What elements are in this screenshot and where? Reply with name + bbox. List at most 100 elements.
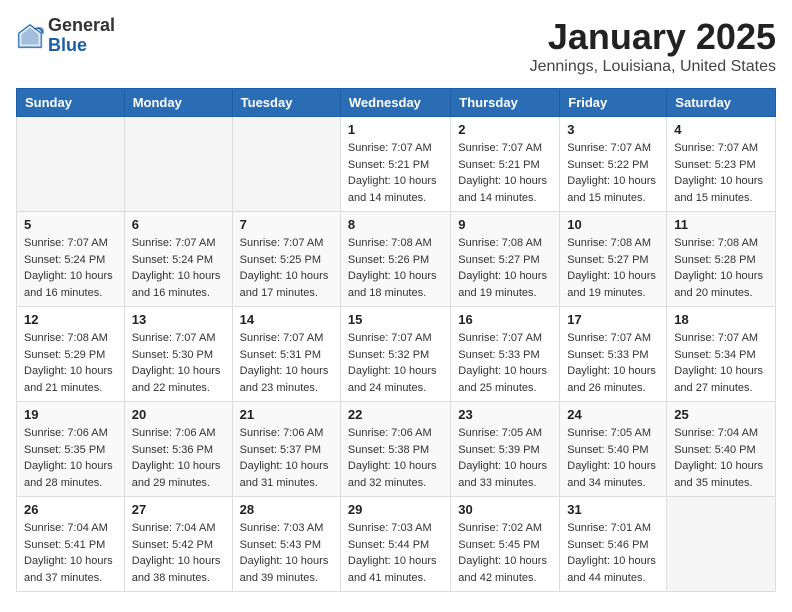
calendar-cell: 24Sunrise: 7:05 AM Sunset: 5:40 PM Dayli…: [560, 402, 667, 497]
calendar-cell: [124, 117, 232, 212]
day-number: 26: [24, 502, 117, 517]
calendar-week-3: 12Sunrise: 7:08 AM Sunset: 5:29 PM Dayli…: [17, 307, 776, 402]
day-number: 22: [348, 407, 443, 422]
calendar-cell: 11Sunrise: 7:08 AM Sunset: 5:28 PM Dayli…: [667, 212, 776, 307]
day-number: 17: [567, 312, 659, 327]
day-info: Sunrise: 7:07 AM Sunset: 5:31 PM Dayligh…: [240, 330, 333, 396]
day-number: 6: [132, 217, 225, 232]
day-number: 7: [240, 217, 333, 232]
day-info: Sunrise: 7:07 AM Sunset: 5:33 PM Dayligh…: [567, 330, 659, 396]
calendar-cell: [232, 117, 340, 212]
logo-general: General: [48, 16, 115, 36]
day-info: Sunrise: 7:05 AM Sunset: 5:39 PM Dayligh…: [458, 425, 552, 491]
calendar-cell: 28Sunrise: 7:03 AM Sunset: 5:43 PM Dayli…: [232, 497, 340, 592]
calendar-cell: 16 Sunrise: 7:07 AM Sunset: 5:33 PM Dayli…: [451, 307, 560, 402]
day-number: 18: [674, 312, 768, 327]
calendar-cell: 23 Sunrise: 7:05 AM Sunset: 5:39 PM Dayli…: [451, 402, 560, 497]
logo-text: General Blue: [48, 16, 115, 56]
calendar-cell: 29Sunrise: 7:03 AM Sunset: 5:44 PM Dayli…: [340, 497, 450, 592]
day-info: Sunrise: 7:07 AM Sunset: 5:21 PM Dayligh…: [458, 140, 552, 206]
day-header-tuesday: Tuesday: [232, 89, 340, 117]
day-info: Sunrise: 7:07 AM Sunset: 5:32 PM Dayligh…: [348, 330, 443, 396]
day-header-friday: Friday: [560, 89, 667, 117]
day-number: 23: [458, 407, 552, 422]
calendar-cell: 30 Sunrise: 7:02 AM Sunset: 5:45 PM Dayli…: [451, 497, 560, 592]
calendar-week-2: 5Sunrise: 7:07 AM Sunset: 5:24 PM Daylig…: [17, 212, 776, 307]
calendar-week-5: 26 Sunrise: 7:04 AM Sunset: 5:41 PM Dayli…: [17, 497, 776, 592]
page-header: General Blue January 2025 Jennings, Loui…: [16, 16, 776, 76]
calendar-cell: 4 Sunrise: 7:07 AM Sunset: 5:23 PM Daylig…: [667, 117, 776, 212]
day-header-sunday: Sunday: [17, 89, 125, 117]
calendar-cell: 15 Sunrise: 7:07 AM Sunset: 5:32 PM Dayli…: [340, 307, 450, 402]
calendar-cell: 18 Sunrise: 7:07 AM Sunset: 5:34 PM Dayli…: [667, 307, 776, 402]
day-info: Sunrise: 7:02 AM Sunset: 5:45 PM Dayligh…: [458, 520, 552, 586]
calendar-cell: 31Sunrise: 7:01 AM Sunset: 5:46 PM Dayli…: [560, 497, 667, 592]
day-info: Sunrise: 7:06 AM Sunset: 5:35 PM Dayligh…: [24, 425, 117, 491]
day-info: Sunrise: 7:06 AM Sunset: 5:36 PM Dayligh…: [132, 425, 225, 491]
day-info: Sunrise: 7:07 AM Sunset: 5:24 PM Dayligh…: [132, 235, 225, 301]
day-number: 25: [674, 407, 768, 422]
day-info: Sunrise: 7:07 AM Sunset: 5:23 PM Dayligh…: [674, 140, 768, 206]
day-info: Sunrise: 7:07 AM Sunset: 5:25 PM Dayligh…: [240, 235, 333, 301]
day-number: 19: [24, 407, 117, 422]
calendar-cell: 19 Sunrise: 7:06 AM Sunset: 5:35 PM Dayli…: [17, 402, 125, 497]
day-info: Sunrise: 7:04 AM Sunset: 5:42 PM Dayligh…: [132, 520, 225, 586]
calendar-cell: [667, 497, 776, 592]
day-number: 30: [458, 502, 552, 517]
calendar-cell: 17 Sunrise: 7:07 AM Sunset: 5:33 PM Dayli…: [560, 307, 667, 402]
day-info: Sunrise: 7:05 AM Sunset: 5:40 PM Dayligh…: [567, 425, 659, 491]
day-header-wednesday: Wednesday: [340, 89, 450, 117]
calendar-cell: 6 Sunrise: 7:07 AM Sunset: 5:24 PM Daylig…: [124, 212, 232, 307]
calendar-cell: 21 Sunrise: 7:06 AM Sunset: 5:37 PM Dayli…: [232, 402, 340, 497]
title-section: January 2025 Jennings, Louisiana, United…: [530, 16, 776, 76]
day-number: 16: [458, 312, 552, 327]
calendar-cell: 1Sunrise: 7:07 AM Sunset: 5:21 PM Daylig…: [340, 117, 450, 212]
day-info: Sunrise: 7:07 AM Sunset: 5:30 PM Dayligh…: [132, 330, 225, 396]
calendar-cell: 27Sunrise: 7:04 AM Sunset: 5:42 PM Dayli…: [124, 497, 232, 592]
calendar-cell: 26 Sunrise: 7:04 AM Sunset: 5:41 PM Dayli…: [17, 497, 125, 592]
calendar-cell: 9Sunrise: 7:08 AM Sunset: 5:27 PM Daylig…: [451, 212, 560, 307]
calendar-cell: 25 Sunrise: 7:04 AM Sunset: 5:40 PM Dayli…: [667, 402, 776, 497]
calendar-cell: 22Sunrise: 7:06 AM Sunset: 5:38 PM Dayli…: [340, 402, 450, 497]
day-info: Sunrise: 7:04 AM Sunset: 5:40 PM Dayligh…: [674, 425, 768, 491]
logo-blue-text: Blue: [48, 36, 115, 56]
calendar-cell: 2 Sunrise: 7:07 AM Sunset: 5:21 PM Daylig…: [451, 117, 560, 212]
day-number: 31: [567, 502, 659, 517]
day-info: Sunrise: 7:07 AM Sunset: 5:24 PM Dayligh…: [24, 235, 117, 301]
day-number: 14: [240, 312, 333, 327]
day-info: Sunrise: 7:07 AM Sunset: 5:34 PM Dayligh…: [674, 330, 768, 396]
day-info: Sunrise: 7:07 AM Sunset: 5:22 PM Dayligh…: [567, 140, 659, 206]
calendar-cell: 20Sunrise: 7:06 AM Sunset: 5:36 PM Dayli…: [124, 402, 232, 497]
day-info: Sunrise: 7:06 AM Sunset: 5:37 PM Dayligh…: [240, 425, 333, 491]
day-info: Sunrise: 7:07 AM Sunset: 5:33 PM Dayligh…: [458, 330, 552, 396]
calendar-week-4: 19 Sunrise: 7:06 AM Sunset: 5:35 PM Dayli…: [17, 402, 776, 497]
day-number: 1: [348, 122, 443, 137]
calendar-cell: 8 Sunrise: 7:08 AM Sunset: 5:26 PM Daylig…: [340, 212, 450, 307]
calendar-cell: 3 Sunrise: 7:07 AM Sunset: 5:22 PM Daylig…: [560, 117, 667, 212]
month-title: January 2025: [530, 16, 776, 58]
day-info: Sunrise: 7:08 AM Sunset: 5:29 PM Dayligh…: [24, 330, 117, 396]
day-info: Sunrise: 7:08 AM Sunset: 5:26 PM Dayligh…: [348, 235, 443, 301]
day-number: 3: [567, 122, 659, 137]
day-number: 2: [458, 122, 552, 137]
location: Jennings, Louisiana, United States: [530, 58, 776, 76]
day-number: 15: [348, 312, 443, 327]
day-number: 9: [458, 217, 552, 232]
calendar-header-row: SundayMondayTuesdayWednesdayThursdayFrid…: [17, 89, 776, 117]
day-number: 13: [132, 312, 225, 327]
day-number: 21: [240, 407, 333, 422]
calendar-cell: 10 Sunrise: 7:08 AM Sunset: 5:27 PM Dayli…: [560, 212, 667, 307]
calendar-cell: 5Sunrise: 7:07 AM Sunset: 5:24 PM Daylig…: [17, 212, 125, 307]
day-number: 10: [567, 217, 659, 232]
day-header-saturday: Saturday: [667, 89, 776, 117]
calendar-cell: 12Sunrise: 7:08 AM Sunset: 5:29 PM Dayli…: [17, 307, 125, 402]
day-info: Sunrise: 7:08 AM Sunset: 5:27 PM Dayligh…: [567, 235, 659, 301]
day-info: Sunrise: 7:04 AM Sunset: 5:41 PM Dayligh…: [24, 520, 117, 586]
calendar-cell: [17, 117, 125, 212]
logo: General Blue: [16, 16, 115, 56]
day-info: Sunrise: 7:08 AM Sunset: 5:28 PM Dayligh…: [674, 235, 768, 301]
day-header-monday: Monday: [124, 89, 232, 117]
day-number: 8: [348, 217, 443, 232]
day-number: 28: [240, 502, 333, 517]
day-number: 4: [674, 122, 768, 137]
